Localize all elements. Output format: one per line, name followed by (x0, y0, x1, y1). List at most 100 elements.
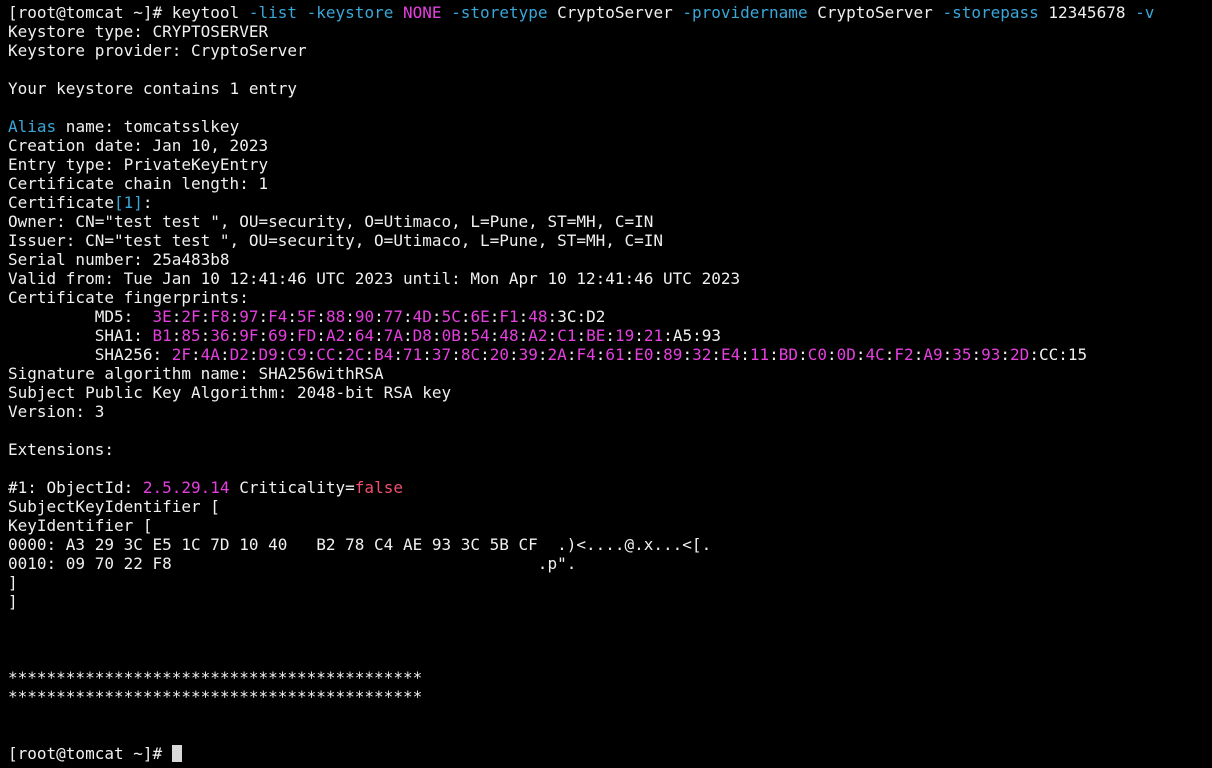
public-key-algorithm-line: Subject Public Key Algorithm: 2048-bit R… (8, 383, 452, 402)
fingerprint-separator: : (518, 326, 529, 345)
signature-algorithm-line: Signature algorithm name: SHA256withRSA (8, 364, 384, 383)
fingerprint-octet: F2 (894, 345, 914, 364)
validity-line: Valid from: Tue Jan 10 12:41:46 UTC 2023… (8, 269, 741, 288)
flag-providername: -providername (682, 3, 808, 22)
fingerprint-separator: : (200, 307, 211, 326)
fingerprint-octet: D2 (586, 307, 606, 326)
fingerprint-separator: : (171, 307, 182, 326)
fingerprint-separator: : (1058, 345, 1068, 364)
fingerprint-separator: : (547, 326, 558, 345)
fingerprint-separator: : (374, 326, 384, 345)
fingerprint-octet: 69 (268, 326, 288, 345)
fingerprint-octet: 89 (663, 345, 683, 364)
fingerprint-octet: BE (586, 326, 606, 345)
fingerprint-separator: : (1000, 345, 1011, 364)
final-prompt-line[interactable]: [root@tomcat ~]# (8, 744, 1212, 763)
fingerprint-octet: A9 (923, 345, 943, 364)
certificate-index: [1] (113, 193, 143, 212)
fingerprint-octet: 4A (200, 345, 220, 364)
owner-line: Owner: CN="test test ", OU=security, O=U… (8, 212, 654, 231)
storetype-value: CryptoServer (547, 3, 683, 22)
fingerprint-separator: : (316, 307, 326, 326)
alias-name: name: tomcatsslkey (56, 117, 240, 136)
fingerprint-separator: : (229, 326, 240, 345)
fingerprint-separator: : (451, 345, 461, 364)
separator-stars-line: ****************************************… (8, 668, 423, 687)
keystore-entry-count-line: Your keystore contains 1 entry (8, 79, 297, 98)
fingerprint-octet: 9F (239, 326, 259, 345)
fingerprint-separator: : (489, 326, 500, 345)
md5-fingerprint-line: MD5: 3E:2F:F8:97:F4:5F:88:90:77:4D:5C:6E… (8, 307, 1212, 326)
fingerprint-octet: E4 (720, 345, 741, 364)
extension-1-prefix: #1: ObjectId: (8, 478, 143, 497)
sha1-value: B1:85:36:9F:69:FD:A2:64:7A:D8:0B:54:48:A… (153, 326, 721, 345)
fingerprint-octet: F4 (268, 307, 288, 326)
fingerprint-octet: 3C (557, 307, 577, 326)
fingerprint-separator: : (595, 345, 606, 364)
fingerprint-octet: F8 (210, 307, 230, 326)
command-program: keytool (171, 3, 249, 22)
fingerprint-octet: 0D (836, 345, 856, 364)
separator-stars-line: ****************************************… (8, 687, 423, 706)
flag-storetype: -storetype (451, 3, 548, 22)
fingerprint-separator: : (287, 307, 298, 326)
fingerprint-separator: : (229, 307, 240, 326)
fingerprint-separator: : (489, 307, 500, 326)
fingerprint-separator: : (942, 345, 953, 364)
fingerprint-octet: 5C (441, 307, 461, 326)
fingerprint-separator: : (422, 345, 432, 364)
fingerprint-octet: 93 (981, 345, 1001, 364)
fingerprint-octet: 35 (952, 345, 972, 364)
fingerprint-separator: : (200, 326, 211, 345)
fingerprint-separator: : (509, 345, 519, 364)
fingerprint-separator: : (740, 345, 750, 364)
fingerprint-octet: 36 (210, 326, 230, 345)
fingerprint-separator: : (403, 307, 413, 326)
terminal-window[interactable]: [root@tomcat ~]# keytool -list -keystore… (0, 0, 1212, 768)
md5-label: MD5: (8, 307, 153, 326)
fingerprint-separator: : (335, 345, 346, 364)
fingerprint-separator: : (393, 345, 404, 364)
fingerprint-separator: : (374, 307, 384, 326)
fingerprint-octet: 19 (615, 326, 635, 345)
fingerprint-separator: : (431, 326, 442, 345)
fingerprint-octet: 85 (181, 326, 201, 345)
fingerprint-octet: 2A (547, 345, 567, 364)
fingerprint-separator: : (769, 345, 779, 364)
fingerprint-separator: : (624, 345, 635, 364)
fingerprint-separator: : (345, 307, 355, 326)
fingerprint-octet: 4D (412, 307, 432, 326)
fingerprint-separator: : (171, 326, 182, 345)
serial-number-line: Serial number: 25a483b8 (8, 250, 230, 269)
extension-1-criticality-value: false (354, 478, 403, 497)
sha256-value: 2F:4A:D2:D9:C9:CC:2C:B4:71:37:8C:20:39:2… (172, 345, 1087, 364)
fingerprint-octet: F4 (576, 345, 596, 364)
creation-date-line: Creation date: Jan 10, 2023 (8, 136, 269, 155)
fingerprint-octet: 2C (345, 345, 365, 364)
fingerprint-separator: : (826, 345, 837, 364)
fingerprint-separator: : (711, 345, 721, 364)
fingerprint-octet: 90 (354, 307, 375, 326)
shell-prompt: [root@tomcat ~]# (8, 744, 172, 763)
fingerprint-octet: 2D (1010, 345, 1030, 364)
chain-length-line: Certificate chain length: 1 (8, 174, 269, 193)
text-cursor[interactable] (171, 745, 182, 762)
entry-type-line: Entry type: PrivateKeyEntry (8, 155, 269, 174)
keystore-value: NONE (402, 3, 442, 22)
fingerprint-octet: E0 (634, 345, 654, 364)
fingerprint-separator: : (403, 326, 413, 345)
fingerprint-octet: 7A (383, 326, 404, 345)
fingerprint-octet: 21 (643, 326, 664, 345)
extension-1-line: #1: ObjectId: 2.5.29.14 Criticality=fals… (8, 478, 1212, 497)
fingerprint-octet: CC (1038, 345, 1059, 364)
fingerprint-separator: : (287, 326, 298, 345)
extensions-header-line: Extensions: (8, 440, 114, 459)
fingerprint-octet: 88 (325, 307, 346, 326)
fingerprint-octet: 54 (470, 326, 490, 345)
shell-prompt: [root@tomcat ~]# (8, 3, 172, 22)
